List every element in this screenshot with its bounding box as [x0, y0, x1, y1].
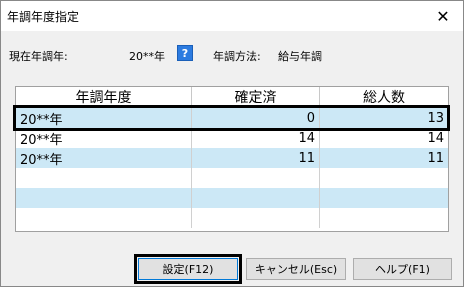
dialog-title: 年調年度指定	[7, 10, 80, 24]
year-grid[interactable]: 年調年度 確定済 総人数 20**年 0 13 20**年 14 14 20**…	[15, 86, 449, 232]
cell-confirmed: 0	[192, 108, 320, 128]
title-bar: 年調年度指定 ✕	[1, 1, 463, 31]
column-header-year[interactable]: 年調年度	[16, 87, 192, 108]
empty-cell	[320, 188, 448, 208]
column-header-confirmed[interactable]: 確定済	[192, 87, 320, 108]
question-mark-icon: ?	[181, 46, 189, 60]
empty-cell	[320, 168, 448, 188]
dialog-window: 年調年度指定 ✕ 現在年調年: 20**年 ? 年調方法: 給与年調 年調年度 …	[0, 0, 464, 287]
empty-cell	[320, 208, 448, 228]
cell-year: 20**年	[16, 108, 192, 128]
current-year-label: 現在年調年:	[9, 50, 68, 63]
cell-year: 20**年	[16, 128, 192, 148]
empty-cell	[192, 188, 320, 208]
grid-header: 年調年度 確定済 総人数	[16, 87, 448, 108]
cell-confirmed: 11	[192, 148, 320, 168]
cell-total: 13	[427, 110, 444, 126]
cell-year: 20**年	[16, 148, 192, 168]
table-row[interactable]: 20**年 0 13	[16, 108, 448, 128]
empty-row	[16, 168, 448, 188]
empty-cell	[16, 208, 192, 228]
settings-button[interactable]: 設定(F12)	[138, 258, 238, 280]
table-row[interactable]: 20**年 11 11	[16, 148, 448, 168]
cell-total: 14	[427, 130, 444, 146]
current-year-value: 20**年	[129, 50, 165, 63]
close-icon: ✕	[436, 6, 450, 26]
method-value: 給与年調	[278, 50, 322, 63]
empty-cell	[192, 168, 320, 188]
help-button[interactable]: ヘルプ(F1)	[353, 258, 452, 280]
method-label: 年調方法:	[213, 50, 261, 63]
help-icon[interactable]: ?	[177, 45, 193, 61]
cell-confirmed: 14	[192, 128, 320, 148]
close-button[interactable]: ✕	[431, 4, 455, 28]
column-header-total[interactable]: 総人数	[320, 87, 448, 108]
empty-row	[16, 188, 448, 208]
table-row[interactable]: 20**年 14 14	[16, 128, 448, 148]
empty-cell	[192, 208, 320, 228]
empty-cell	[16, 168, 192, 188]
empty-row	[16, 208, 448, 228]
cell-total: 11	[427, 150, 444, 166]
empty-cell	[16, 188, 192, 208]
cancel-button[interactable]: キャンセル(Esc)	[246, 258, 346, 280]
